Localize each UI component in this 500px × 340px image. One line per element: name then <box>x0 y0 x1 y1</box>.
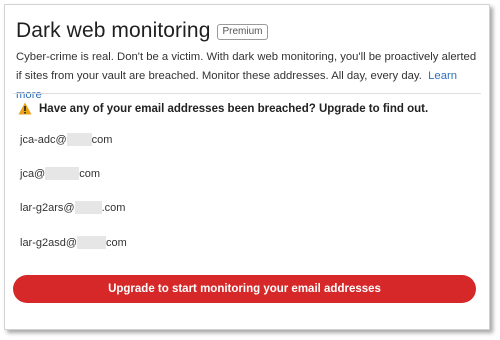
warning-text: Have any of your email addresses been br… <box>39 102 429 115</box>
email-suffix: com <box>91 133 113 146</box>
email-prefix: lar-g2asd@ <box>20 236 78 249</box>
dark-web-monitoring-panel: Dark web monitoring Premium Cyber-crime … <box>4 4 490 330</box>
email-item: jca-adc@ com <box>20 133 112 146</box>
warning-icon <box>18 102 32 115</box>
email-suffix: .com <box>101 201 126 214</box>
redaction-mask <box>77 236 107 249</box>
description: Cyber-crime is real. Don't be a victim. … <box>16 48 484 105</box>
email-prefix: jca@ <box>20 167 46 180</box>
email-item: lar-g2ars@ .com <box>20 201 125 214</box>
upgrade-button[interactable]: Upgrade to start monitoring your email a… <box>13 275 476 303</box>
email-suffix: com <box>106 236 127 249</box>
header: Dark web monitoring Premium <box>16 19 268 43</box>
upgrade-button-label: Upgrade to start monitoring your email a… <box>108 283 381 295</box>
redaction-mask <box>74 201 102 214</box>
email-prefix: lar-g2ars@ <box>20 201 75 214</box>
upgrade-warning: Have any of your email addresses been br… <box>18 102 428 115</box>
email-item: jca@ com <box>20 167 100 180</box>
email-suffix: com <box>79 167 101 180</box>
redaction-mask <box>45 167 80 180</box>
description-text: Cyber-crime is real. Don't be a victim. … <box>16 51 477 82</box>
email-prefix: jca-adc@ <box>20 133 67 146</box>
page-title: Dark web monitoring <box>16 19 211 42</box>
premium-badge: Premium <box>217 24 268 40</box>
divider <box>13 93 481 94</box>
email-item: lar-g2asd@ com <box>20 236 127 249</box>
redaction-mask <box>66 133 92 146</box>
